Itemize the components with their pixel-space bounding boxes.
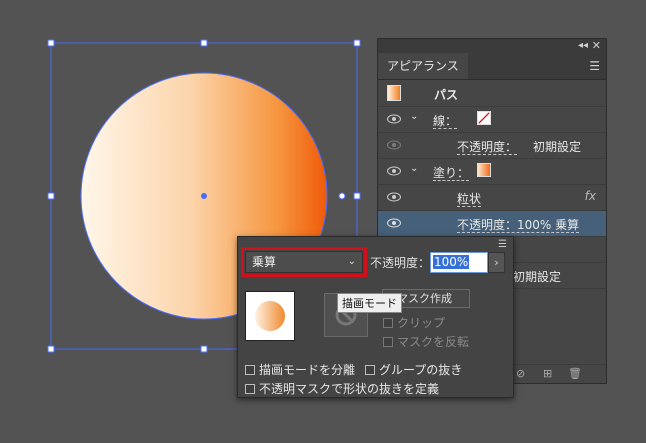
isolate-blending-checkbox[interactable]: 描画モードを分離 xyxy=(245,361,355,378)
path-row[interactable]: パス xyxy=(378,81,606,107)
grain-label[interactable]: 粒状 xyxy=(457,190,482,207)
eye-icon[interactable] xyxy=(387,192,401,202)
collapse-icon[interactable]: ◂◂ xyxy=(578,39,588,53)
panel-menu-icon[interactable]: ☰ xyxy=(589,59,600,73)
eye-icon[interactable] xyxy=(387,140,401,150)
stroke-opacity-label[interactable]: 不透明度： xyxy=(457,138,518,155)
live-corner-widget[interactable] xyxy=(338,192,346,200)
stroke-opacity-row[interactable]: 不透明度： 初期設定 xyxy=(378,133,606,159)
grain-effect-row[interactable]: 粒状 fx xyxy=(378,185,606,211)
opacity-label: 不透明度： xyxy=(370,256,431,270)
popup-menu-icon[interactable]: ☰ xyxy=(498,239,507,250)
fill-opacity-label[interactable]: 不透明度：100% 乗算 xyxy=(457,216,580,233)
object-opacity-value: 初期設定 xyxy=(513,270,562,284)
eye-icon[interactable] xyxy=(387,218,401,228)
fill-row[interactable]: ⌄ 塗り： xyxy=(378,159,606,185)
tooltip: 描画モード xyxy=(337,293,402,313)
new-item-icon[interactable]: ⊞ xyxy=(543,367,552,380)
highlight-frame xyxy=(241,247,367,277)
fill-swatch[interactable] xyxy=(477,163,491,177)
chevron-down-icon[interactable]: ⌄ xyxy=(410,111,418,122)
stroke-row[interactable]: ⌄ 線： xyxy=(378,107,606,133)
eye-icon[interactable] xyxy=(387,166,401,176)
opacity-input[interactable]: 100% xyxy=(430,252,488,273)
stroke-swatch-none[interactable] xyxy=(477,111,491,125)
artwork-preview-thumbnail[interactable] xyxy=(245,291,295,341)
chevron-down-icon[interactable]: ⌄ xyxy=(410,163,418,174)
fill-label[interactable]: 塗り： xyxy=(433,164,470,181)
close-icon[interactable]: ✕ xyxy=(592,39,601,53)
trash-icon[interactable]: 🗑 xyxy=(568,367,582,380)
eye-icon[interactable] xyxy=(387,114,401,124)
panel-tab-bar: アピアランス ☰ xyxy=(378,53,606,80)
panel-title-bar[interactable]: ◂◂ ✕ xyxy=(378,39,606,53)
tab-appearance[interactable]: アピアランス xyxy=(378,53,468,79)
invert-mask-checkbox[interactable]: マスクを反転 xyxy=(383,333,469,350)
knockout-group-checkbox[interactable]: グループの抜き xyxy=(365,361,462,378)
path-thumbnail xyxy=(387,85,401,101)
transparency-popup: ☰ 乗算 ⌄ 不透明度： 100% › マスク作成 描画モード クリップ マスク… xyxy=(237,236,514,398)
stroke-opacity-value: 初期設定 xyxy=(533,140,582,154)
center-point xyxy=(201,193,207,199)
fx-icon[interactable]: fx xyxy=(585,189,596,203)
opacity-stepper-button[interactable]: › xyxy=(488,252,505,273)
clear-icon[interactable]: ⊘ xyxy=(516,367,525,380)
clip-checkbox[interactable]: クリップ xyxy=(383,314,445,331)
fill-opacity-row[interactable]: 不透明度：100% 乗算 xyxy=(378,211,606,237)
path-label: パス xyxy=(434,88,459,102)
opacity-mask-define-checkbox[interactable]: 不透明マスクで形状の抜きを定義 xyxy=(245,380,439,397)
stroke-label[interactable]: 線： xyxy=(433,112,458,129)
